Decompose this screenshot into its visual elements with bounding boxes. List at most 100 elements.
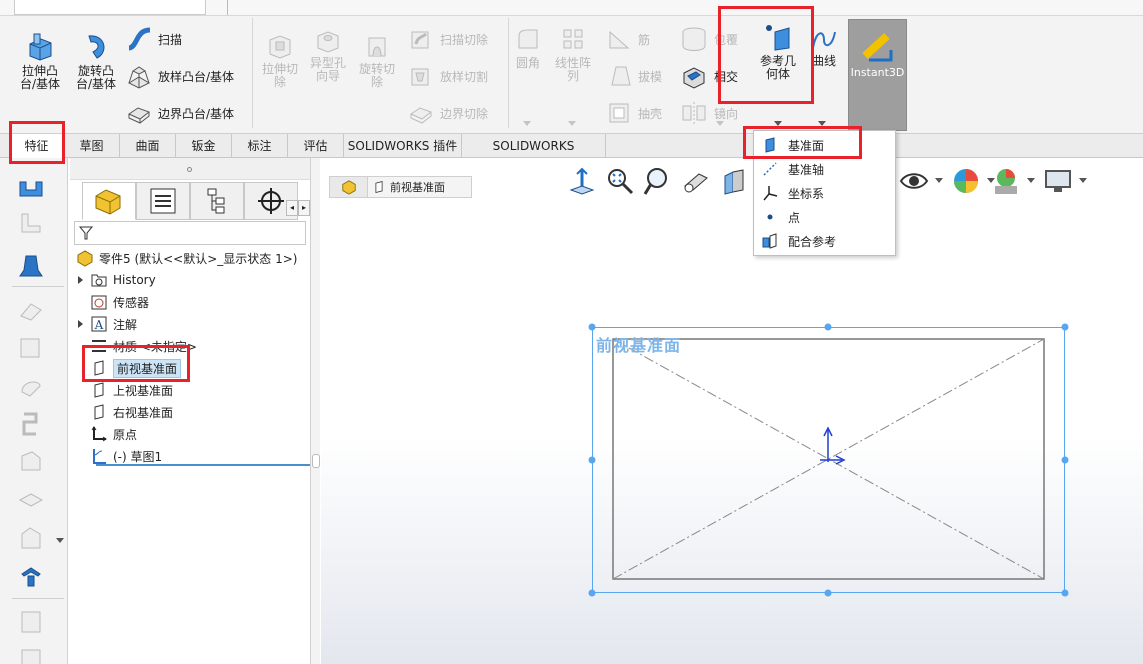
cross-break-icon[interactable] [16,410,46,438]
menu-item-plane[interactable]: 基准面 [754,133,895,157]
normal-to-icon[interactable] [567,166,597,196]
revolve-cut-button[interactable]: 旋转切 除 [353,32,401,89]
hide-show-items-icon[interactable] [899,166,929,196]
edit-appearance-icon[interactable] [951,166,981,196]
extrude-cut-label: 拉伸切 除 [261,62,298,89]
hole-wizard-button[interactable]: 异型孔 向导 [304,26,352,83]
tab-surfaces[interactable]: 曲面 [120,134,176,158]
menu-item-axis[interactable]: 基准轴 [754,157,895,181]
dropdown-arrow-icon[interactable] [935,178,943,183]
panel-grip[interactable] [70,158,310,180]
hole-wizard-label: 异型孔 向导 [309,56,346,83]
wrap-button[interactable]: 包覆 [680,26,738,52]
tab-scroll-right-icon[interactable]: ▸ [298,200,310,216]
dropdown-arrow-icon[interactable] [716,121,724,126]
front-plane-boundary[interactable] [592,327,1065,593]
splitter-knob-icon[interactable] [312,454,320,468]
tree-item-top-plane[interactable]: 上视基准面 [90,380,173,400]
dropdown-arrow-icon[interactable] [818,121,826,126]
loft-boss-button[interactable]: 放样凸台/基体 [126,63,234,89]
tab-solidworks-inspection[interactable]: SOLIDWORKS Inspection [462,134,606,177]
tree-item-sketch1[interactable]: (-) 草图1 [90,446,162,466]
dropdown-arrow-icon[interactable] [523,121,531,126]
boundary-boss-button[interactable]: 边界凸台/基体 [126,100,234,126]
expand-arrow-icon[interactable] [76,319,86,329]
fillet-icon [518,29,538,49]
jog-icon[interactable] [16,334,46,362]
tab-configuration-manager[interactable] [190,182,244,220]
breadcrumb-part[interactable] [330,177,368,197]
extrude-boss-button[interactable]: 拉伸凸 台/基体 [14,32,66,91]
zoom-to-area-icon[interactable] [643,166,673,196]
tree-filter-input[interactable] [74,221,306,245]
sketched-bend-icon[interactable] [16,372,46,400]
dropdown-arrow-icon[interactable] [774,121,782,126]
previous-view-icon[interactable] [681,166,711,196]
panel-splitter[interactable] [310,158,320,664]
rollback-bar[interactable] [96,464,310,466]
rib-button[interactable]: 筋 [606,26,650,52]
sweep-button[interactable]: 扫描 [126,26,182,52]
fillet-button[interactable]: 圆角 [510,26,546,70]
curves-button[interactable]: 曲线 [806,26,842,68]
boundary-cut-button[interactable]: 边界切除 [408,100,488,126]
tab-dimxpert[interactable]: 标注 [232,134,288,158]
revolve-boss-button[interactable]: 旋转凸 台/基体 [70,32,122,91]
insert-bends-icon[interactable] [16,562,46,590]
tree-item-history[interactable]: History [76,270,156,290]
tree-item-front-plane[interactable]: 前视基准面 [90,358,182,378]
lofted-cut-button[interactable]: 放样切割 [408,63,488,89]
tree-item-sensors[interactable]: 传感器 [90,292,149,312]
view-settings-icon[interactable] [1043,166,1073,196]
dropdown-arrow-icon[interactable] [1027,178,1035,183]
shell-button[interactable]: 抽壳 [606,100,662,126]
menu-item-point[interactable]: 点 [754,205,895,229]
tab-solidworks-addins[interactable]: SOLIDWORKS 插件 [344,134,462,158]
sheet-metal-base-flange-icon[interactable] [16,176,46,204]
extra-tool-icon[interactable] [16,646,46,664]
reference-geometry-button[interactable]: 参考几 何体 [755,22,801,81]
flatten-icon[interactable] [16,524,46,552]
intersect-icon [683,67,705,89]
instant3d-icon [861,33,892,62]
dropdown-arrow-icon[interactable] [1079,178,1087,183]
tab-features[interactable]: 特征 [10,134,64,158]
rip-icon[interactable] [16,608,46,636]
section-view-icon[interactable] [719,166,749,196]
zoom-to-fit-icon[interactable] [605,166,635,196]
apply-scene-icon[interactable] [991,166,1021,196]
mate-reference-icon [762,233,777,249]
tab-evaluate[interactable]: 评估 [288,134,344,158]
tree-item-annotations[interactable]: A 注解 [76,314,137,334]
tab-sheet-metal[interactable]: 钣金 [176,134,232,158]
dropdown-arrow-icon[interactable] [56,538,64,543]
tree-item-right-plane[interactable]: 右视基准面 [90,402,173,422]
hem-icon[interactable] [16,296,46,324]
command-tabs: 特征 草图 曲面 钣金 标注 评估 SOLIDWORKS 插件 SOLIDWOR… [0,134,1143,177]
swept-cut-button[interactable]: 扫描切除 [408,26,488,52]
revolve-cut-icon [368,37,386,57]
menu-item-mate-reference[interactable]: 配合参考 [754,229,895,253]
draft-button[interactable]: 拔模 [606,63,662,89]
tree-item-origin[interactable]: 原点 [90,424,137,444]
corners-icon[interactable] [16,448,46,476]
linear-pattern-button[interactable]: 线性阵 列 [548,26,598,83]
breadcrumb-plane[interactable]: 前视基准面 [390,179,445,195]
intersect-button[interactable]: 相交 [680,63,738,89]
miter-flange-icon[interactable] [16,252,46,280]
forming-tool-icon[interactable] [16,486,46,514]
tab-feature-manager[interactable] [82,182,136,220]
tree-item-material[interactable]: 材质 <未指定> [90,336,197,356]
expand-arrow-icon[interactable] [76,275,86,285]
dropdown-arrow-icon[interactable] [568,121,576,126]
lofted-cut-icon [411,68,429,86]
edge-flange-icon[interactable] [16,210,46,238]
instant3d-button[interactable]: Instant3D [848,19,907,131]
menu-item-coordinate-system[interactable]: 坐标系 [754,181,895,205]
mirror-button[interactable]: 镜向 [680,100,738,126]
extrude-cut-button[interactable]: 拉伸切 除 [256,32,304,89]
tab-property-manager[interactable] [136,182,190,220]
tree-part-node[interactable]: 零件5 (默认<<默认>_显示状态 1>) [76,248,297,268]
tab-sketch[interactable]: 草图 [64,134,120,158]
tab-scroll-left-icon[interactable]: ◂ [286,200,298,216]
